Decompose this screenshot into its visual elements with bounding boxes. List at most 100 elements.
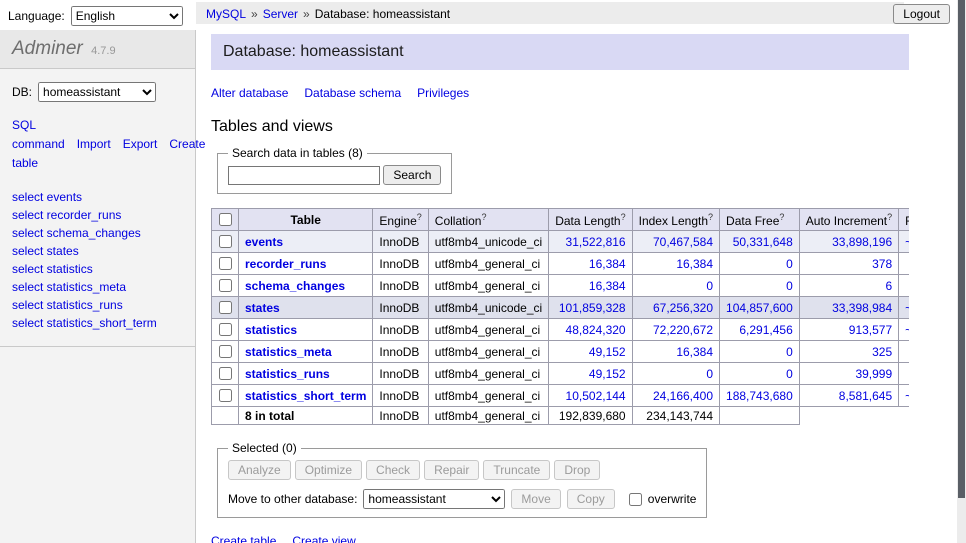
index_length-link[interactable]: 72,220,672	[653, 323, 713, 337]
sidebar-select-link[interactable]: select schema_changes	[12, 224, 183, 242]
auto_increment-link[interactable]: 33,898,196	[832, 235, 892, 249]
auto_increment-link[interactable]: 913,577	[849, 323, 892, 337]
help-link[interactable]: ?	[779, 214, 784, 228]
data_length-link[interactable]: 10,502,144	[566, 389, 626, 403]
scrollbar-track[interactable]	[957, 0, 966, 543]
index_length-link[interactable]: 70,467,584	[653, 235, 713, 249]
index_length-link[interactable]: 16,384	[676, 345, 713, 359]
rows-link[interactable]: ~ 136,108	[905, 389, 909, 403]
data_length-link[interactable]: 16,384	[589, 257, 626, 271]
overwrite-checkbox[interactable]	[629, 493, 642, 506]
table-name-link[interactable]: events	[245, 235, 283, 249]
breadcrumb-link[interactable]: MySQL	[206, 7, 246, 21]
index_length-link[interactable]: 0	[706, 367, 713, 381]
auto_increment-link[interactable]: 8,581,645	[839, 389, 892, 403]
sidebar-link[interactable]: Import	[77, 137, 111, 151]
data_free-link[interactable]: 188,743,680	[726, 389, 793, 403]
data_free-link[interactable]: 0	[786, 367, 793, 381]
row-checkbox[interactable]	[219, 367, 232, 380]
check-button[interactable]: Check	[366, 460, 420, 480]
cell-table-name: states	[239, 297, 373, 319]
data_free-link[interactable]: 6,291,456	[739, 323, 792, 337]
auto_increment-link[interactable]: 39,999	[855, 367, 892, 381]
column-header-rows: Rows?	[899, 209, 909, 231]
sidebar-select-link[interactable]: select states	[12, 242, 183, 260]
select-all-checkbox[interactable]	[219, 213, 232, 226]
auto_increment-link[interactable]: 33,398,984	[832, 301, 892, 315]
data_length-link[interactable]: 48,824,320	[566, 323, 626, 337]
db-select[interactable]: homeassistant	[38, 82, 156, 102]
help-link[interactable]: ?	[887, 214, 892, 228]
data_length-link[interactable]: 16,384	[589, 279, 626, 293]
sidebar-select-link[interactable]: select statistics_short_term	[12, 314, 183, 332]
row-checkbox[interactable]	[219, 389, 232, 402]
data_free-link[interactable]: 104,857,600	[726, 301, 793, 315]
search-button[interactable]: Search	[383, 165, 441, 185]
search-input[interactable]	[228, 166, 380, 185]
auto_increment-link[interactable]: 378	[872, 257, 892, 271]
table-name-link[interactable]: recorder_runs	[245, 257, 326, 271]
index_length-link[interactable]: 16,384	[676, 257, 713, 271]
drop-button[interactable]: Drop	[554, 460, 600, 480]
data_length-link[interactable]: 49,152	[589, 367, 626, 381]
data_length-link[interactable]: 49,152	[589, 345, 626, 359]
create-view-link[interactable]: Create view	[292, 534, 355, 543]
truncate-button[interactable]: Truncate	[483, 460, 550, 480]
data_free-link[interactable]: 50,331,648	[733, 235, 793, 249]
total-data-length: 192,839,680	[549, 407, 632, 425]
sidebar-select-link[interactable]: select statistics	[12, 260, 183, 278]
rows-link[interactable]: ~ 299,833	[905, 301, 909, 315]
sidebar-link[interactable]: Export	[123, 137, 158, 151]
table-name-link[interactable]: statistics_short_term	[245, 389, 366, 403]
row-checkbox[interactable]	[219, 279, 232, 292]
sidebar-select-link[interactable]: select recorder_runs	[12, 206, 183, 224]
data_free-link[interactable]: 0	[786, 279, 793, 293]
index_length-link[interactable]: 67,256,320	[653, 301, 713, 315]
data_length-link[interactable]: 101,859,328	[559, 301, 626, 315]
auto_increment-link[interactable]: 325	[872, 345, 892, 359]
sidebar-select-link[interactable]: select statistics_meta	[12, 278, 183, 296]
table-name-link[interactable]: statistics	[245, 323, 297, 337]
breadcrumb-link[interactable]: Server	[263, 7, 298, 21]
repair-button[interactable]: Repair	[424, 460, 479, 480]
data_length-link[interactable]: 31,522,816	[566, 235, 626, 249]
cell-rows: ~ 569,159	[899, 319, 909, 341]
help-link[interactable]: ?	[621, 214, 626, 228]
data_free-link[interactable]: 0	[786, 345, 793, 359]
sidebar-select-link[interactable]: select events	[12, 188, 183, 206]
auto_increment-link[interactable]: 6	[885, 279, 892, 293]
sidebar-select-link[interactable]: select statistics_runs	[12, 296, 183, 314]
table-name-link[interactable]: states	[245, 301, 280, 315]
move-db-select[interactable]: homeassistant	[363, 489, 505, 509]
sidebar-link[interactable]: SQL command	[12, 118, 65, 151]
data_free-link[interactable]: 0	[786, 257, 793, 271]
language-select[interactable]: English	[71, 6, 183, 26]
table-name-link[interactable]: statistics_runs	[245, 367, 330, 381]
rows-link[interactable]: ~ 569,159	[905, 323, 909, 337]
row-checkbox[interactable]	[219, 301, 232, 314]
copy-button[interactable]: Copy	[567, 489, 615, 509]
move-button[interactable]: Move	[511, 489, 560, 509]
help-link[interactable]: ?	[708, 214, 713, 228]
help-link[interactable]: ?	[417, 214, 422, 228]
table-name-link[interactable]: schema_changes	[245, 279, 345, 293]
rows-link[interactable]: ~ 312,180	[905, 235, 909, 249]
row-checkbox[interactable]	[219, 235, 232, 248]
column-header-auto_increment: Auto Increment?	[799, 209, 898, 231]
analyze-button[interactable]: Analyze	[228, 460, 291, 480]
scrollbar-thumb[interactable]	[958, 0, 965, 498]
row-checkbox[interactable]	[219, 323, 232, 336]
table-name-link[interactable]: statistics_meta	[245, 345, 332, 359]
db-action-link[interactable]: Privileges	[417, 86, 469, 100]
cell-table-name: schema_changes	[239, 275, 373, 297]
index_length-link[interactable]: 24,166,400	[653, 389, 713, 403]
row-checkbox[interactable]	[219, 345, 232, 358]
db-action-link[interactable]: Database schema	[304, 86, 401, 100]
row-checkbox[interactable]	[219, 257, 232, 270]
help-link[interactable]: ?	[481, 214, 486, 228]
index_length-link[interactable]: 0	[706, 279, 713, 293]
optimize-button[interactable]: Optimize	[295, 460, 362, 480]
logout-button[interactable]: Logout	[893, 4, 950, 24]
db-action-link[interactable]: Alter database	[211, 86, 288, 100]
create-table-link[interactable]: Create table	[211, 534, 276, 543]
